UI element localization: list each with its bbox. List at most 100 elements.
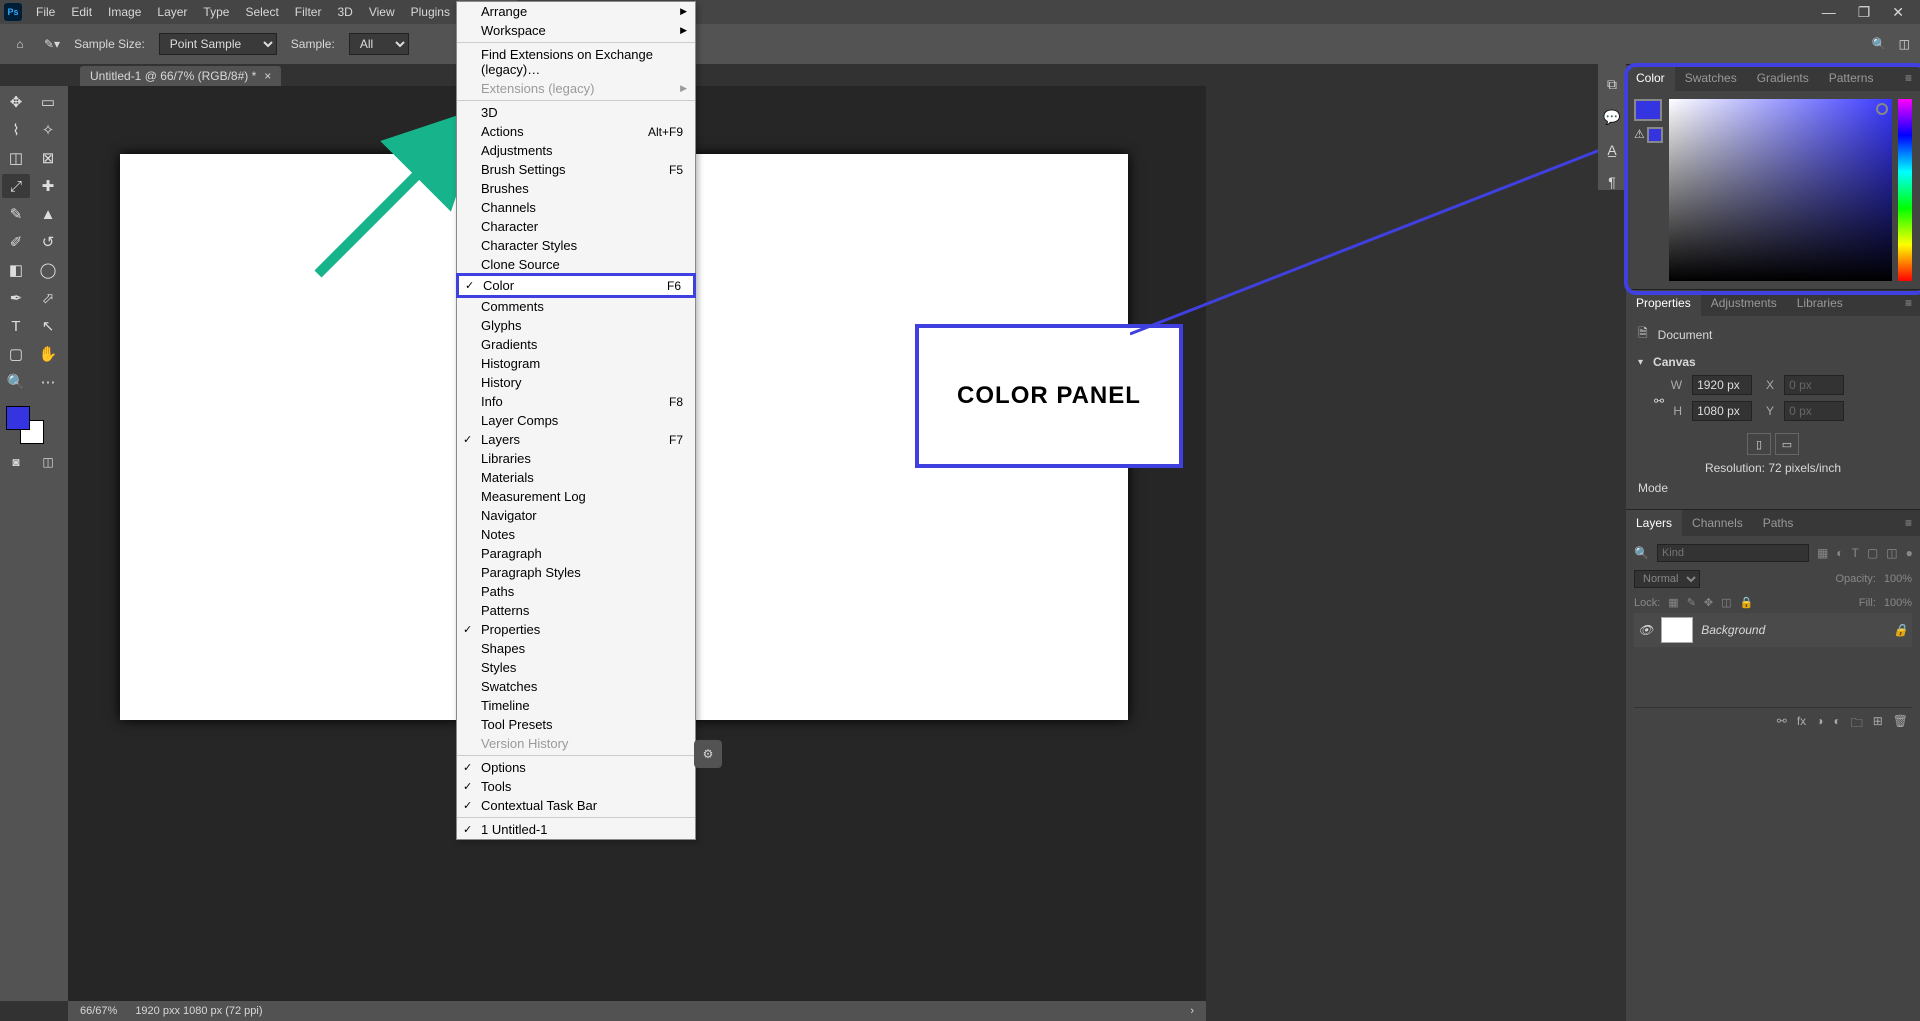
menu-item-swatches[interactable]: Swatches	[457, 677, 695, 696]
fg-bg-colors[interactable]	[2, 404, 52, 448]
menu-filter[interactable]: Filter	[287, 0, 330, 24]
crop-tool[interactable]: ◫	[2, 146, 30, 170]
orientation-portrait[interactable]: ▯	[1747, 433, 1771, 455]
menu-3d[interactable]: 3D	[329, 0, 360, 24]
menu-arrange[interactable]: Arrange	[457, 2, 695, 21]
menu-item-properties[interactable]: Properties	[457, 620, 695, 639]
orientation-landscape[interactable]: ▭	[1775, 433, 1799, 455]
layer-fx-icon[interactable]: fx	[1797, 714, 1806, 735]
tab-gradients[interactable]: Gradients	[1747, 65, 1819, 91]
move-tool[interactable]: ✥	[2, 90, 30, 114]
tab-libraries[interactable]: Libraries	[1787, 290, 1853, 316]
menu-item-materials[interactable]: Materials	[457, 468, 695, 487]
filter-pixel-icon[interactable]: ▦	[1817, 546, 1828, 560]
eraser-tool[interactable]: ◧	[2, 258, 30, 282]
menu-find-extensions[interactable]: Find Extensions on Exchange (legacy)…	[457, 45, 695, 79]
filter-toggle-icon[interactable]: ●	[1906, 546, 1913, 560]
dock-paragraph-icon[interactable]: ¶	[1608, 174, 1616, 190]
menu-item-character[interactable]: Character	[457, 217, 695, 236]
menu-workspace[interactable]: Workspace	[457, 21, 695, 40]
menu-edit[interactable]: Edit	[63, 0, 100, 24]
status-next-icon[interactable]: ›	[1190, 1005, 1194, 1017]
hand-tool[interactable]: ✋	[34, 342, 62, 366]
lock-all-icon[interactable]: 🔒	[1740, 596, 1754, 609]
dock-character-icon[interactable]: A̲	[1607, 142, 1616, 158]
menu-image[interactable]: Image	[100, 0, 149, 24]
visibility-icon[interactable]: 👁	[1638, 623, 1653, 637]
color-panel-menu-icon[interactable]: ≡	[1897, 65, 1920, 91]
link-layers-icon[interactable]: ⚯	[1777, 714, 1787, 735]
tab-properties[interactable]: Properties	[1626, 290, 1701, 316]
menu-item-comments[interactable]: Comments	[457, 297, 695, 316]
menu-item-options[interactable]: Options	[457, 758, 695, 777]
magic-wand-tool[interactable]: ✧	[34, 118, 62, 142]
layers-panel-menu-icon[interactable]: ≡	[1897, 510, 1920, 536]
menu-select[interactable]: Select	[237, 0, 286, 24]
tab-patterns[interactable]: Patterns	[1819, 65, 1884, 91]
menu-item-contextual-task-bar[interactable]: Contextual Task Bar	[457, 796, 695, 815]
new-layer-icon[interactable]: ⊞	[1873, 714, 1883, 735]
filter-shape-icon[interactable]: ▢	[1867, 546, 1878, 560]
menu-item-tools[interactable]: Tools	[457, 777, 695, 796]
sample-size-select[interactable]: Point Sample	[159, 33, 277, 55]
brush-tool[interactable]: ✐	[2, 230, 30, 254]
opacity-value[interactable]: 100%	[1884, 573, 1912, 585]
menu-item-adjustments[interactable]: Adjustments	[457, 141, 695, 160]
color-fg-swatch[interactable]	[1634, 99, 1662, 121]
menu-item-glyphs[interactable]: Glyphs	[457, 316, 695, 335]
tool-indicator-icon[interactable]: ✎▾	[44, 37, 60, 51]
menu-type[interactable]: Type	[195, 0, 237, 24]
search-icon[interactable]: 🔍	[1872, 37, 1887, 51]
window-minimize[interactable]: —	[1822, 4, 1836, 21]
direct-select-tool[interactable]: ↖	[34, 314, 62, 338]
path-tool[interactable]: ⬀	[34, 286, 62, 310]
link-icon[interactable]: ⚯	[1654, 394, 1664, 408]
canvas-width-input[interactable]	[1692, 375, 1752, 395]
menu-item-navigator[interactable]: Navigator	[457, 506, 695, 525]
window-close[interactable]: ✕	[1892, 4, 1904, 21]
properties-panel-menu-icon[interactable]: ≡	[1897, 290, 1920, 316]
status-dimensions[interactable]: 1920 pxx 1080 px (72 ppi)	[135, 1005, 262, 1017]
healing-tool[interactable]: ✚	[34, 174, 62, 198]
pen-tool[interactable]: ✒	[2, 286, 30, 310]
document-tab[interactable]: Untitled-1 @ 66/7% (RGB/8#) * ×	[80, 66, 281, 86]
menu-item-paragraph[interactable]: Paragraph	[457, 544, 695, 563]
zoom-tool[interactable]: 🔍	[2, 370, 30, 394]
layer-thumbnail[interactable]	[1661, 617, 1693, 643]
menu-file[interactable]: File	[28, 0, 63, 24]
menu-plugins[interactable]: Plugins	[403, 0, 458, 24]
layer-lock-icon[interactable]: 🔒	[1893, 623, 1908, 637]
color-picker-field[interactable]	[1669, 99, 1892, 281]
clone-tool[interactable]: ▲	[34, 202, 62, 226]
menu-item-clone-source[interactable]: Clone Source	[457, 255, 695, 274]
tab-adjustments[interactable]: Adjustments	[1701, 290, 1787, 316]
sample-select[interactable]: All	[349, 33, 409, 55]
dock-history-icon[interactable]: ⧉	[1607, 76, 1617, 93]
eyedropper-tool[interactable]: ⤢	[2, 174, 30, 198]
menu-item-layers[interactable]: LayersF7	[457, 430, 695, 449]
menu-item-paragraph-styles[interactable]: Paragraph Styles	[457, 563, 695, 582]
home-button[interactable]: ⌂	[10, 34, 30, 54]
workspace-icon[interactable]: ◫	[1899, 37, 1910, 51]
document-tab-close[interactable]: ×	[264, 69, 271, 83]
menu-view[interactable]: View	[361, 0, 403, 24]
menu-item-layer-comps[interactable]: Layer Comps	[457, 411, 695, 430]
menu-item-3d[interactable]: 3D	[457, 103, 695, 122]
filter-type-icon[interactable]: T	[1852, 546, 1859, 560]
menu-item-actions[interactable]: ActionsAlt+F9	[457, 122, 695, 141]
edit-toolbar[interactable]: ⋯	[34, 370, 62, 394]
menu-item-timeline[interactable]: Timeline	[457, 696, 695, 715]
lasso-tool[interactable]: ⌇	[2, 118, 30, 142]
menu-item-libraries[interactable]: Libraries	[457, 449, 695, 468]
menu-item-styles[interactable]: Styles	[457, 658, 695, 677]
dock-comments-icon[interactable]: 💬	[1603, 109, 1620, 126]
filter-smart-icon[interactable]: ◫	[1886, 546, 1897, 560]
quick-mask-icon[interactable]: ◙	[2, 452, 30, 472]
new-fill-icon[interactable]: ◐	[1833, 714, 1840, 735]
tab-color[interactable]: Color	[1626, 65, 1675, 91]
menu-layer[interactable]: Layer	[149, 0, 195, 24]
tab-channels[interactable]: Channels	[1682, 510, 1753, 536]
menu-item-channels[interactable]: Channels	[457, 198, 695, 217]
blur-tool[interactable]: ◯	[34, 258, 62, 282]
menu-item-history[interactable]: History	[457, 373, 695, 392]
